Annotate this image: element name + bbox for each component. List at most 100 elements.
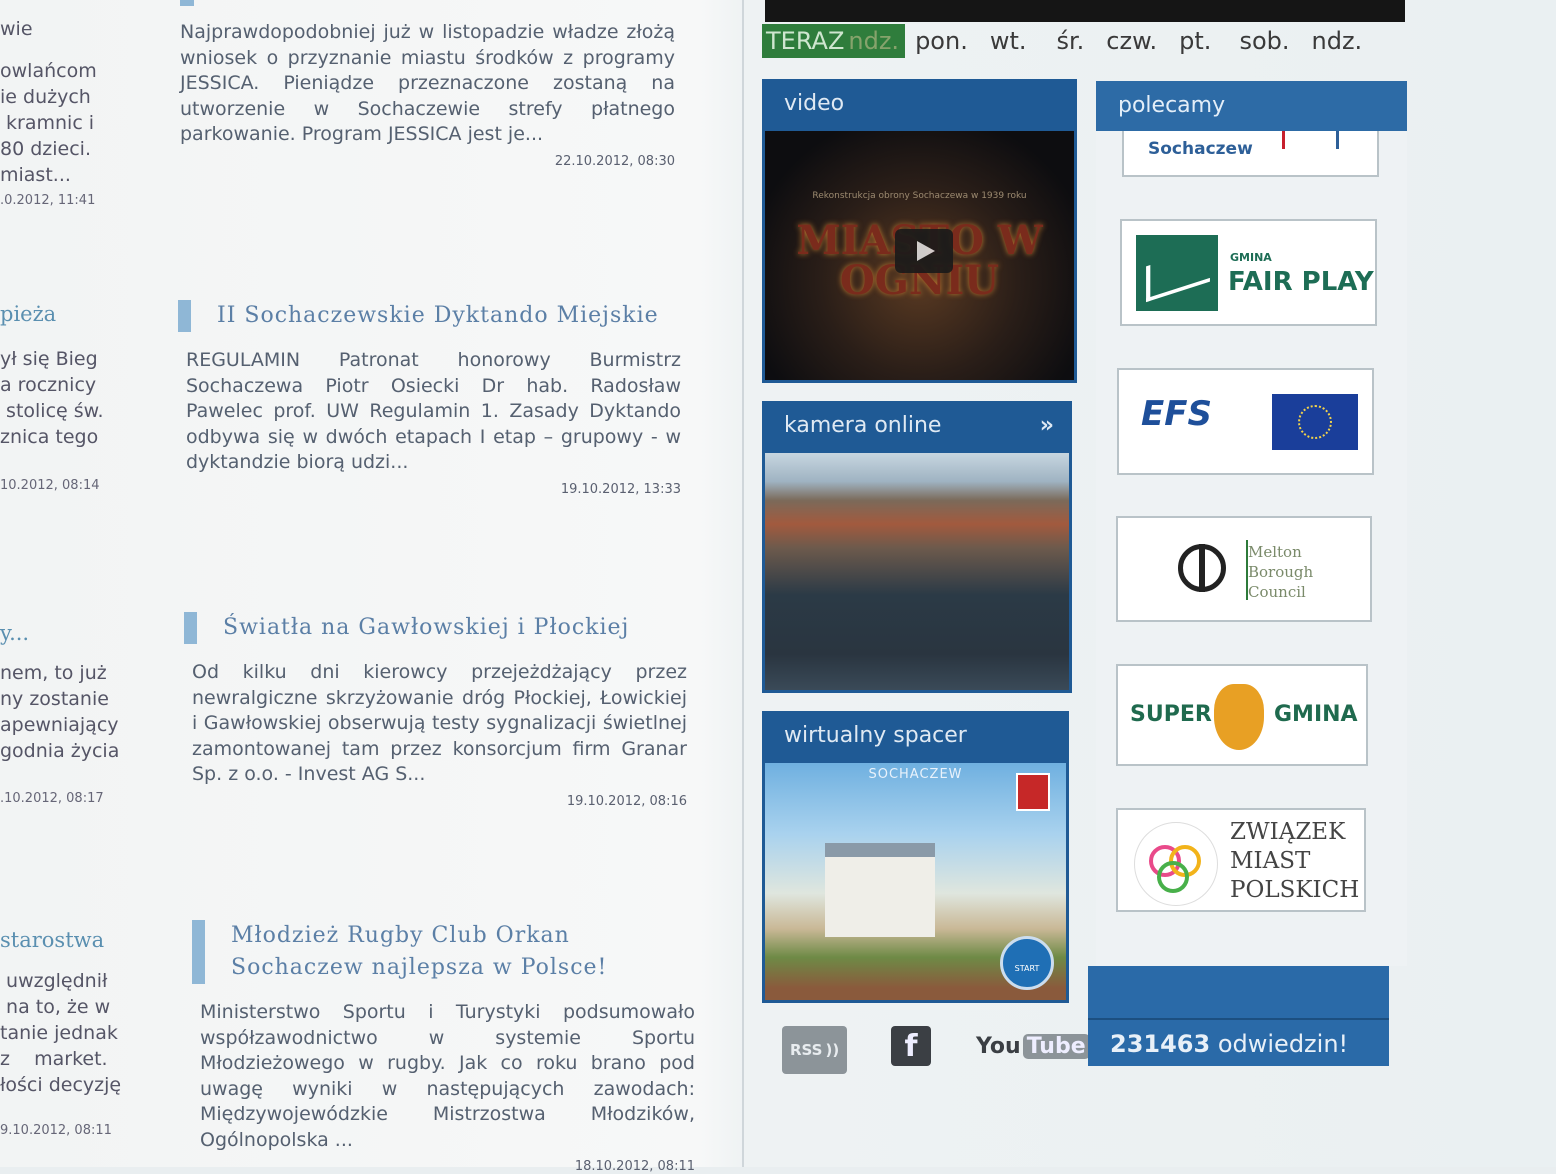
weather-day[interactable]: śr. xyxy=(1057,27,1085,55)
banner-sochaczew[interactable]: Sochaczew xyxy=(1122,131,1379,177)
camera-widget[interactable]: kamera online » xyxy=(762,401,1072,693)
visit-count: 231463 xyxy=(1110,1030,1211,1058)
left-text-line: ył się Bieg xyxy=(0,348,98,370)
top-dark-strip xyxy=(765,0,1405,22)
left-news-column: wie owlańcom ie dużych kramnic i 80 dzie… xyxy=(0,0,140,1167)
banner-sochaczew-text: Sochaczew xyxy=(1148,139,1253,159)
banner-fair-play[interactable]: GMINA FAIR PLAY xyxy=(1120,219,1377,326)
left-text-line: 80 dzieci. xyxy=(0,138,91,160)
video-caption: Rekonstrukcja obrony Sochaczewa w 1939 r… xyxy=(812,191,1027,201)
left-text-line: łości decyzję xyxy=(0,1074,122,1096)
play-icon[interactable] xyxy=(895,229,953,273)
weather-day[interactable]: ndz. xyxy=(1312,27,1363,55)
news-body: REGULAMIN Patronat honorowy Burmistrz So… xyxy=(186,349,681,473)
weather-day[interactable]: pt. xyxy=(1179,27,1211,55)
virtual-walk-header: wirtualny spacer xyxy=(762,711,1069,761)
banner-efs[interactable]: EFS xyxy=(1117,368,1374,475)
left-text-line: godnia życia xyxy=(0,740,120,762)
facebook-label: f xyxy=(904,1028,918,1064)
left-text-line: tanie jednak xyxy=(0,1022,118,1044)
news-title-marker xyxy=(180,0,194,6)
weather-day[interactable]: pon. xyxy=(915,27,968,55)
weather-bar: TERAZ ndz. pon. wt. śr. czw. pt. sob. nd… xyxy=(762,23,1407,59)
news-title[interactable]: Światła na Gawłowskiej i Płockiej xyxy=(184,612,687,644)
zmp-line: MIAST xyxy=(1230,848,1311,874)
left-text-line: owlańcom xyxy=(0,60,97,82)
rss-waves-icon: )) xyxy=(825,1041,840,1059)
news-date: 19.10.2012, 08:16 xyxy=(566,793,687,809)
start-button[interactable]: START xyxy=(1000,936,1054,990)
news-body: Najprawdopodobniej już w listopadzie wła… xyxy=(180,21,675,145)
camera-widget-label: kamera online xyxy=(784,413,942,438)
rss-icon[interactable]: RSS)) xyxy=(782,1026,848,1074)
facebook-icon[interactable]: f xyxy=(891,1026,931,1066)
gmina-text: GMINA xyxy=(1274,702,1358,727)
melton-text: Melton Borough Council xyxy=(1248,542,1313,602)
video-widget-label: video xyxy=(784,91,845,116)
virtual-walk-image[interactable]: SOCHACZEW START xyxy=(765,763,1066,1000)
left-date: .0.2012, 11:41 xyxy=(0,193,96,208)
youtube-you: You xyxy=(976,1033,1021,1059)
camera-widget-header[interactable]: kamera online » xyxy=(762,401,1072,451)
stats-bar xyxy=(1088,966,1389,1018)
camera-image[interactable] xyxy=(765,453,1069,690)
news-title[interactable]: II Sochaczewskie Dyktando Miejskie xyxy=(178,300,681,332)
zmp-line: ZWIĄZEK xyxy=(1230,819,1346,845)
weather-day[interactable]: wt. xyxy=(990,27,1027,55)
left-news-title[interactable]: y... xyxy=(0,621,29,645)
left-text-line: znica tego xyxy=(0,426,99,448)
left-text-line: ny zostanie xyxy=(0,688,109,710)
banner-super-gmina[interactable]: SUPER GMINA xyxy=(1116,664,1368,766)
banner-fair-play-text: FAIR PLAY xyxy=(1228,267,1374,297)
weather-day[interactable]: sob. xyxy=(1239,27,1289,55)
news-item: Światła na Gawłowskiej i Płockiej Od kil… xyxy=(184,612,687,809)
chevron-right-double-icon[interactable]: » xyxy=(1040,401,1054,451)
melton-line: Council xyxy=(1248,583,1306,601)
banner-efs-text: EFS xyxy=(1141,394,1212,434)
news-item: Młodzież Rugby Club Orkan Sochaczew najl… xyxy=(192,920,695,1174)
news-body: Od kilku dni kierowcy przejeżdżający prz… xyxy=(192,661,687,785)
check-stroke xyxy=(1146,245,1210,303)
melton-line: Melton xyxy=(1248,543,1302,561)
news-body: Ministerstwo Sportu i Turystyki podsumow… xyxy=(200,1001,695,1151)
weather-day[interactable]: czw. xyxy=(1106,27,1157,55)
super-text: SUPER xyxy=(1130,702,1212,727)
zmp-text: ZWIĄZEK MIAST POLSKICH xyxy=(1230,818,1359,905)
youtube-icon[interactable]: You Tube xyxy=(976,1026,1090,1066)
super-gmina-figure-icon xyxy=(1214,684,1264,750)
left-date: .10.2012, 08:17 xyxy=(0,791,104,806)
weather-now-day: ndz. xyxy=(848,24,906,58)
left-news-title[interactable]: starostwa xyxy=(0,928,104,952)
left-text-line: a rocznicy xyxy=(0,374,97,396)
zmp-logo-icon xyxy=(1134,822,1218,906)
left-text-line: wie xyxy=(0,18,33,40)
video-thumbnail[interactable]: Rekonstrukcja obrony Sochaczewa w 1939 r… xyxy=(765,131,1074,380)
left-text-line: na to, że w xyxy=(0,996,111,1018)
youtube-tube: Tube xyxy=(1022,1033,1090,1059)
visit-counter: 231463 odwiedzin! xyxy=(1088,1018,1389,1066)
palace-image xyxy=(825,843,935,937)
left-news-title[interactable]: pieża xyxy=(0,302,56,326)
news-item: Najprawdopodobniej już w listopadzie wła… xyxy=(180,0,675,169)
banner-melton[interactable]: Melton Borough Council xyxy=(1116,516,1372,622)
left-text-line: stolicę św. xyxy=(0,400,104,422)
left-text-line: miast... xyxy=(0,164,71,186)
coat-of-arms-icon xyxy=(1016,773,1050,811)
left-date: 9.10.2012, 08:11 xyxy=(0,1123,112,1138)
video-widget-header: video xyxy=(762,79,1077,129)
banner-decor xyxy=(1336,131,1339,149)
visit-label: odwiedzin! xyxy=(1217,1030,1349,1058)
left-date: 10.2012, 08:14 xyxy=(0,478,100,493)
left-text-line: kramnic i xyxy=(0,112,95,134)
news-title[interactable]: Młodzież Rugby Club Orkan Sochaczew najl… xyxy=(192,920,695,984)
left-text-line: ie dużych xyxy=(0,86,91,108)
virtual-walk-widget[interactable]: wirtualny spacer SOCHACZEW START xyxy=(762,711,1069,1003)
video-widget[interactable]: video Rekonstrukcja obrony Sochaczewa w … xyxy=(762,79,1077,383)
banner-zmp[interactable]: ZWIĄZEK MIAST POLSKICH xyxy=(1116,808,1366,912)
rss-label: RSS xyxy=(790,1041,823,1059)
recommended-header: polecamy xyxy=(1096,81,1407,131)
checkmark-icon xyxy=(1136,235,1218,311)
eu-stars xyxy=(1298,405,1332,439)
zmp-ring xyxy=(1157,861,1189,893)
news-date: 22.10.2012, 08:30 xyxy=(554,153,675,169)
